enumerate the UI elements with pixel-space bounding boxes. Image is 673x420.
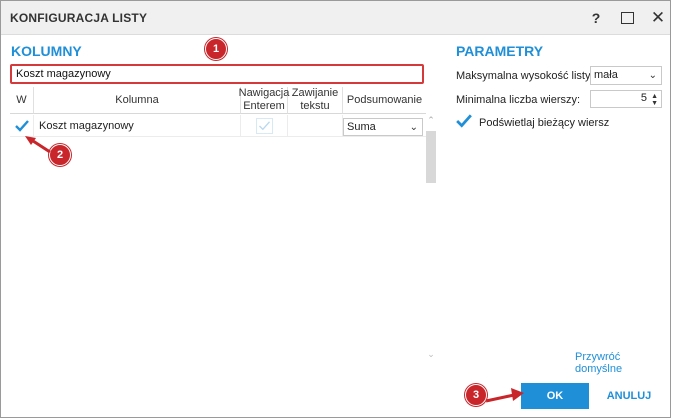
ok-button[interactable]: OK (521, 383, 589, 409)
min-rows-stepper[interactable]: 5 ▲ ▼ (590, 90, 662, 108)
cancel-button[interactable]: ANULUJ (598, 383, 660, 409)
callout-arrow-3 (485, 388, 524, 403)
header-enter-nav[interactable]: Nawigacja Enterem (239, 87, 289, 114)
dialog-title: KONFIGURACJA LISTY (10, 11, 148, 25)
close-button[interactable]: ✕ (647, 7, 669, 29)
summary-select[interactable]: Suma ⌄ (343, 118, 423, 136)
enter-nav-check-icon (258, 121, 270, 131)
row-wrap-cell[interactable] (288, 115, 343, 137)
summary-select-value: Suma (347, 121, 376, 133)
min-rows-label: Minimalna liczba wierszy: (456, 94, 581, 106)
maximize-icon (620, 12, 634, 24)
header-column[interactable]: Kolumna (34, 87, 241, 114)
title-bar: KONFIGURACJA LISTY ? ✕ (1, 1, 670, 35)
scrollbar-thumb[interactable] (426, 131, 436, 183)
chevron-down-icon: ⌄ (409, 122, 418, 133)
chevron-down-icon: ⌄ (648, 70, 657, 81)
checkmark-icon (456, 114, 472, 128)
highlight-row-label[interactable]: Podświetlaj bieżący wiersz (479, 117, 609, 129)
row-enter-nav-checkbox[interactable] (241, 115, 288, 137)
checkmark-icon (14, 120, 29, 132)
min-rows-value: 5 (640, 92, 647, 104)
config-dialog: KONFIGURACJA LISTY ? ✕ KOLUMNY Koszt mag… (0, 0, 671, 418)
callout-badge-1: 1 (205, 38, 227, 60)
restore-defaults-link[interactable]: Przywróć domyślne (575, 351, 670, 375)
max-height-value: mała (594, 69, 618, 81)
header-summary[interactable]: Podsumowanie (343, 87, 426, 114)
callout-arrow-2 (25, 136, 51, 154)
columns-section-title: KOLUMNY (11, 43, 82, 59)
stepper-up-icon[interactable]: ▲ (651, 93, 658, 100)
stepper-down-icon[interactable]: ▼ (651, 100, 658, 107)
header-wrap[interactable]: Zawijanie tekstu (288, 87, 343, 114)
row-column-name: Koszt magazynowy (34, 115, 241, 137)
params-section-title: PARAMETRY (456, 43, 544, 59)
scroll-up-arrow[interactable]: ⌃ (426, 115, 436, 127)
columns-grid: W Kolumna Nawigacja Enterem Zawijanie te… (10, 87, 437, 372)
help-button[interactable]: ? (585, 7, 607, 29)
column-search-input[interactable]: Koszt magazynowy (10, 64, 424, 84)
highlight-row-checkbox[interactable] (456, 114, 472, 131)
scroll-down-arrow[interactable]: ⌄ (426, 349, 436, 361)
maximize-button[interactable] (616, 7, 638, 29)
max-height-label: Maksymalna wysokość listy: (456, 70, 594, 82)
header-w[interactable]: W (10, 87, 34, 114)
max-height-select[interactable]: mała ⌄ (590, 66, 662, 85)
